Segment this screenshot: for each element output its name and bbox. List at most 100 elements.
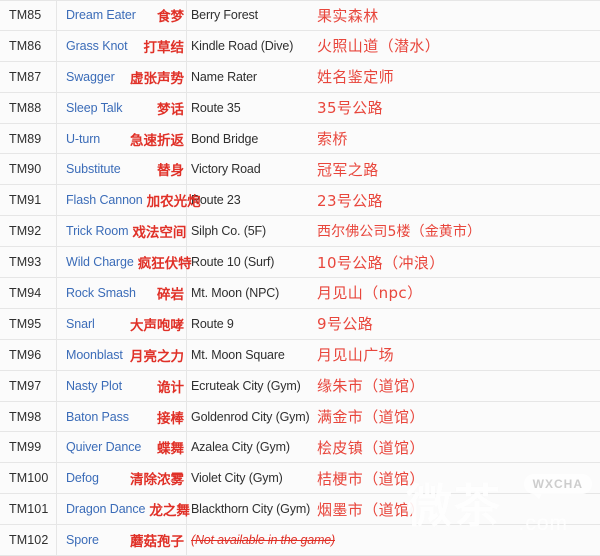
move-name-en-link[interactable]: Spore xyxy=(66,533,99,547)
table-row: TM87Swagger虚张声势Name Rater姓名鉴定师 xyxy=(0,62,600,93)
table-row: TM98Baton Pass接棒Goldenrod City (Gym)满金市（… xyxy=(0,402,600,433)
move-name-en-link[interactable]: Moonblast xyxy=(66,348,123,362)
move-name-en-link[interactable]: Nasty Plot xyxy=(66,379,122,393)
move-name-cn-label: 龙之舞 xyxy=(149,499,190,519)
location-en-label: Azalea City (Gym) xyxy=(191,440,290,454)
move-name-cell: Dream Eater 食梦 xyxy=(57,1,187,30)
move-name-en-link[interactable]: Snarl xyxy=(66,317,95,331)
move-name-en-link[interactable]: Sleep Talk xyxy=(66,101,122,115)
location-en-cell: Route 10 (Surf) xyxy=(187,247,311,277)
move-name-cn-label: 疯狂伏特 xyxy=(138,252,192,272)
location-en-cell: (Not available in the game) xyxy=(187,525,311,555)
move-name-en-link[interactable]: Trick Room xyxy=(66,224,128,238)
location-en-cell: Azalea City (Gym) xyxy=(187,432,311,462)
location-en-label: Route 10 (Surf) xyxy=(191,255,274,269)
location-en-label: Victory Road xyxy=(191,162,261,176)
tm-number-cell: TM99 xyxy=(0,432,57,462)
table-row: TM85Dream Eater食梦Berry Forest果实森林 xyxy=(0,0,600,31)
location-cn-cell: 索桥 xyxy=(311,124,600,154)
tm-number-cell: TM97 xyxy=(0,371,57,401)
move-name-cell: Substitute替身 xyxy=(57,154,187,184)
move-name-cell: Moonblast 月亮之力 xyxy=(57,340,187,370)
location-en-cell: Blackthorn City (Gym) xyxy=(187,494,311,524)
table-row: TM94Rock Smash碎岩Mt. Moon (NPC)月见山（npc） xyxy=(0,278,600,309)
tm-number-cell: TM85 xyxy=(0,1,57,30)
move-name-cn-label: 碎岩 xyxy=(157,283,184,303)
location-en-label: Kindle Road (Dive) xyxy=(191,39,293,53)
tm-number-cell: TM98 xyxy=(0,402,57,432)
move-name-cell: Baton Pass 接棒 xyxy=(57,402,187,432)
location-cn-cell: 35号公路 xyxy=(311,93,600,123)
tm-number-cell: TM87 xyxy=(0,62,57,92)
move-name-en-link[interactable]: Flash Cannon xyxy=(66,193,143,207)
move-name-en-link[interactable]: Wild Charge xyxy=(66,255,134,269)
move-name-cell: Sleep Talk 梦话 xyxy=(57,93,187,123)
tm-number-cell: TM100 xyxy=(0,463,57,493)
move-name-cn-label: 大声咆哮 xyxy=(130,314,184,334)
move-name-cn-label: 蝶舞 xyxy=(157,437,184,457)
table-row: TM101Dragon Dance龙之舞Blackthorn City (Gym… xyxy=(0,494,600,525)
location-cn-cell: 9号公路 xyxy=(311,309,600,339)
table-row: TM97 Nasty Plot 诡计Ecruteak City (Gym)缘朱市（道… xyxy=(0,371,600,402)
location-en-label: Mt. Moon Square xyxy=(191,348,285,362)
location-en-label: Silph Co. (5F) xyxy=(191,224,266,238)
table-row: TM102Spore蘑菇孢子(Not available in the game… xyxy=(0,525,600,556)
location-en-cell: Kindle Road (Dive) xyxy=(187,31,311,61)
tm-number-cell: TM88 xyxy=(0,93,57,123)
table-row: TM95 Snarl 大声咆哮Route 99号公路 xyxy=(0,309,600,340)
move-name-en-link[interactable]: Dream Eater xyxy=(66,8,136,22)
location-cn-cell: 果实森林 xyxy=(311,1,600,30)
move-name-en-link[interactable]: Dragon Dance xyxy=(66,502,145,516)
tm-number-cell: TM91 xyxy=(0,185,57,215)
move-name-en-link[interactable]: Baton Pass xyxy=(66,410,129,424)
move-name-cell: Snarl 大声咆哮 xyxy=(57,309,187,339)
move-name-cn-label: 急速折返 xyxy=(130,129,184,149)
location-en-label: Route 35 xyxy=(191,101,241,115)
table-row: TM88 Sleep Talk 梦话 Route 35 35号公路 xyxy=(0,93,600,124)
tm-list-table: TM85Dream Eater食梦Berry Forest果实森林TM86Gra… xyxy=(0,0,600,556)
move-name-cn-label: 月亮之力 xyxy=(130,345,184,365)
location-en-cell: Route 9 xyxy=(187,309,311,339)
tm-number-cell: TM93 xyxy=(0,247,57,277)
location-cn-cell: 23号公路 xyxy=(311,185,600,215)
move-name-cn-label: 食梦 xyxy=(157,5,184,25)
move-name-en-link[interactable]: Swagger xyxy=(66,70,115,84)
tm-number-cell: TM102 xyxy=(0,525,57,555)
location-en-label: Goldenrod City (Gym) xyxy=(191,410,310,424)
move-name-en-link[interactable]: U-turn xyxy=(66,132,100,146)
location-en-cell: Mt. Moon Square xyxy=(187,340,311,370)
table-row: TM91 Flash Cannon 加农光炮Route 2323号公路 xyxy=(0,185,600,216)
location-en-cell: Route 23 xyxy=(187,185,311,215)
move-name-cell: Rock Smash 碎岩 xyxy=(57,278,187,308)
location-cn-cell: 烟墨市（道馆） xyxy=(311,494,600,524)
table-row: TM86Grass Knot打草结Kindle Road (Dive)火照山道（… xyxy=(0,31,600,62)
move-name-cn-label: 梦话 xyxy=(157,98,184,118)
location-en-cell: Mt. Moon (NPC) xyxy=(187,278,311,308)
move-name-cell: Defog清除浓雾 xyxy=(57,463,187,493)
move-name-en-link[interactable]: Defog xyxy=(66,471,99,485)
location-cn-cell: 桔梗市（道馆） xyxy=(311,463,600,493)
move-name-cell: Nasty Plot 诡计 xyxy=(57,371,187,401)
location-en-label: Mt. Moon (NPC) xyxy=(191,286,279,300)
location-cn-cell: 缘朱市（道馆） xyxy=(311,371,600,401)
move-name-cn-label: 诡计 xyxy=(157,376,184,396)
move-name-en-link[interactable]: Grass Knot xyxy=(66,39,128,53)
move-name-en-link[interactable]: Quiver Dance xyxy=(66,440,141,454)
move-name-cn-label: 虚张声势 xyxy=(130,67,184,87)
move-name-en-link[interactable]: Substitute xyxy=(66,162,121,176)
move-name-cn-label: 加农光炮 xyxy=(147,190,201,210)
tm-number-cell: TM95 xyxy=(0,309,57,339)
move-name-cn-label: 接棒 xyxy=(157,407,184,427)
location-cn-cell: 火照山道（潜水） xyxy=(311,31,600,61)
location-en-cell: Ecruteak City (Gym) xyxy=(187,371,311,401)
location-cn-cell: 10号公路（冲浪） xyxy=(311,247,600,277)
table-row: TM89U-turn急速折返Bond Bridge索桥 xyxy=(0,124,600,155)
table-row: TM96Moonblast月亮之力Mt. Moon Square月见山广场 xyxy=(0,340,600,371)
move-name-en-link[interactable]: Rock Smash xyxy=(66,286,136,300)
location-en-cell: Violet City (Gym) xyxy=(187,463,311,493)
location-en-label: Bond Bridge xyxy=(191,132,258,146)
move-name-cell: Trick Room戏法空间 xyxy=(57,216,187,246)
move-name-cell: Wild Charge疯狂伏特 xyxy=(57,247,187,277)
table-row: TM90Substitute替身Victory Road冠军之路 xyxy=(0,154,600,185)
move-name-cell: Dragon Dance 龙之舞 xyxy=(57,494,187,524)
